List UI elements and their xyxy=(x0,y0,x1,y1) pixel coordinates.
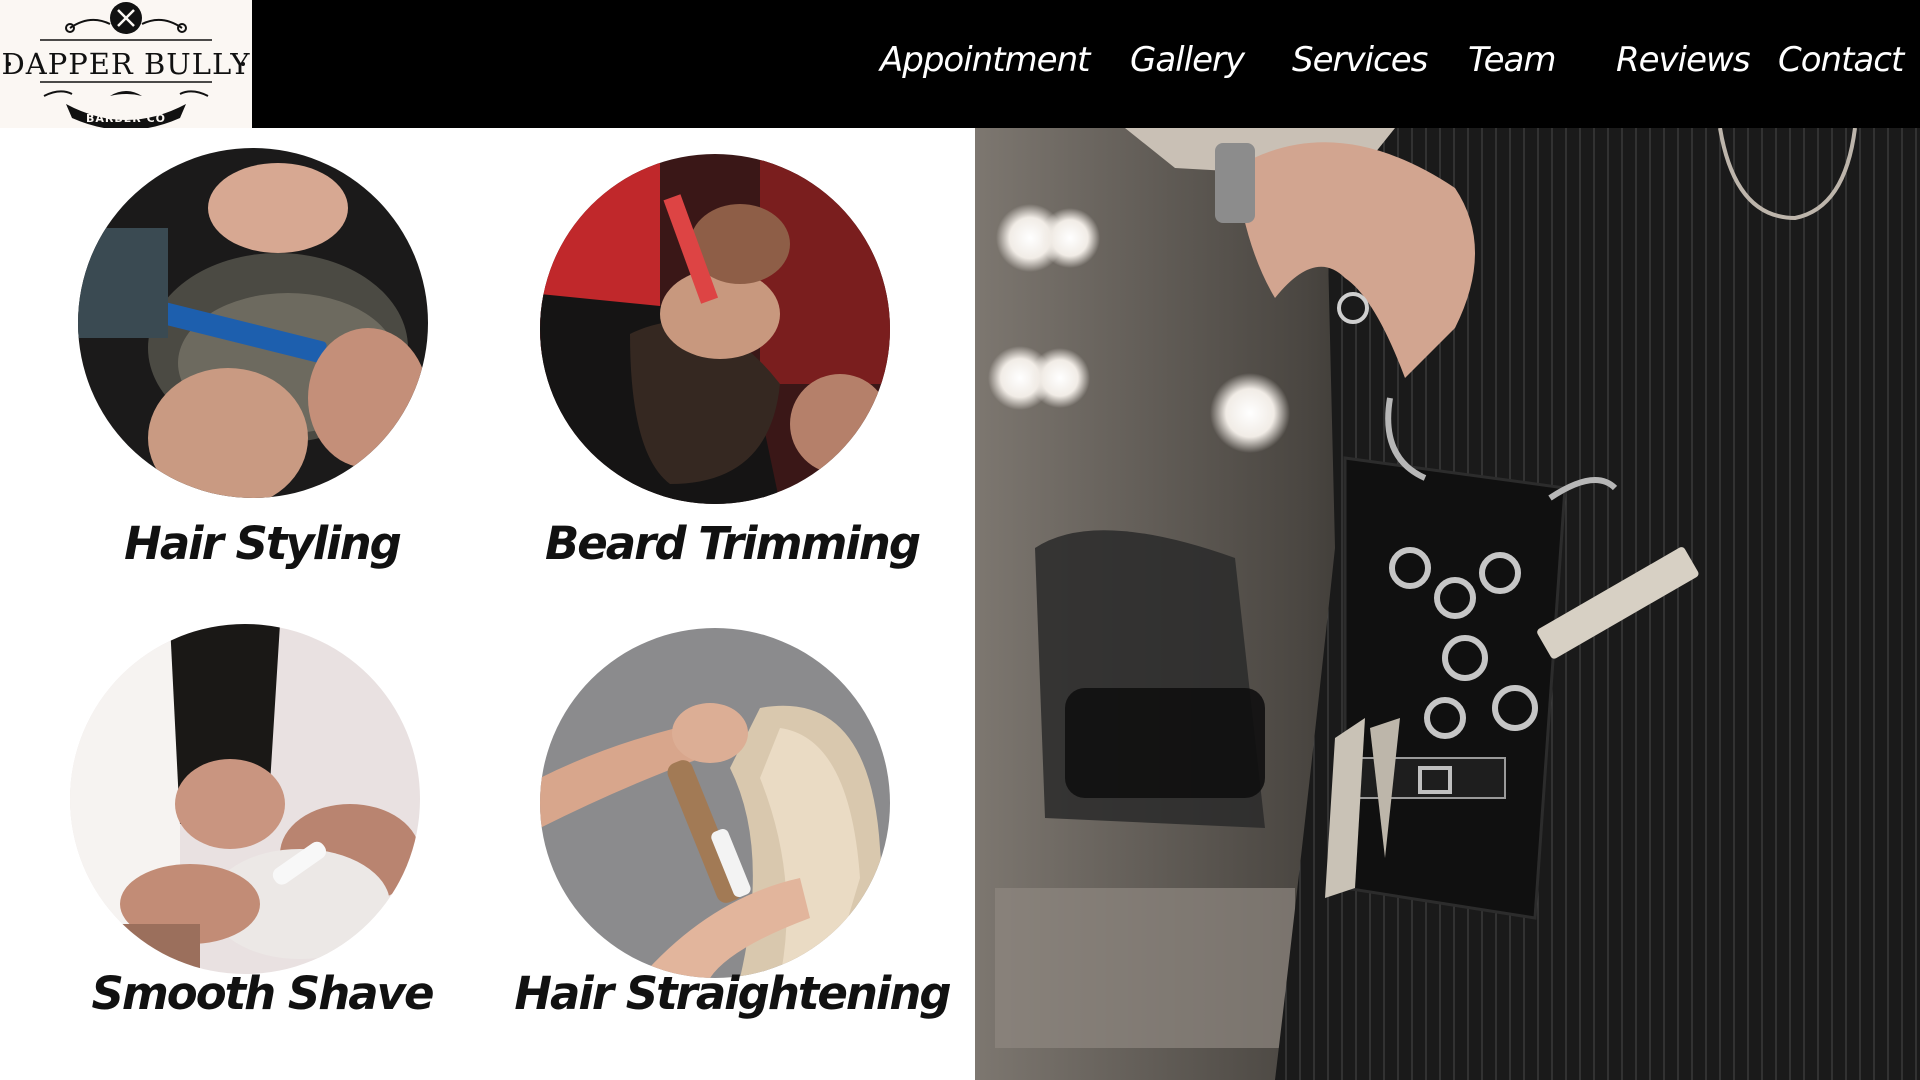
nav-reviews[interactable]: Reviews xyxy=(1616,38,1751,82)
brand-tagline: BARBER CO xyxy=(86,112,166,125)
brand-logo[interactable]: DAPPER BULLY BARBER CO xyxy=(0,0,252,128)
services-section: Hair Styling Beard Trimming Smooth Shave… xyxy=(0,128,975,1080)
hero-image xyxy=(975,128,1920,1080)
service-title: Smooth Shave xyxy=(91,967,434,1020)
shave-photo-icon xyxy=(70,624,420,974)
nav-contact[interactable]: Contact xyxy=(1778,38,1904,82)
nav-team[interactable]: Team xyxy=(1468,38,1556,82)
barber-tool-belt-photo-icon xyxy=(975,128,1920,1080)
service-title: Hair Styling xyxy=(124,517,402,570)
brand-name: DAPPER BULLY xyxy=(2,47,251,81)
service-title: Hair Straightening xyxy=(514,967,951,1020)
beard-trim-photo-icon xyxy=(540,154,890,504)
logo-emblem-icon: DAPPER BULLY BARBER CO xyxy=(2,2,251,128)
straightening-photo-icon xyxy=(540,628,890,978)
nav-services[interactable]: Services xyxy=(1292,38,1428,82)
haircut-photo-icon xyxy=(78,148,428,498)
site-header: DAPPER BULLY BARBER CO Appointment Galle… xyxy=(0,0,1920,128)
service-title: Beard Trimming xyxy=(544,517,921,570)
nav-gallery[interactable]: Gallery xyxy=(1130,38,1245,82)
nav-appointment[interactable]: Appointment xyxy=(880,38,1090,82)
